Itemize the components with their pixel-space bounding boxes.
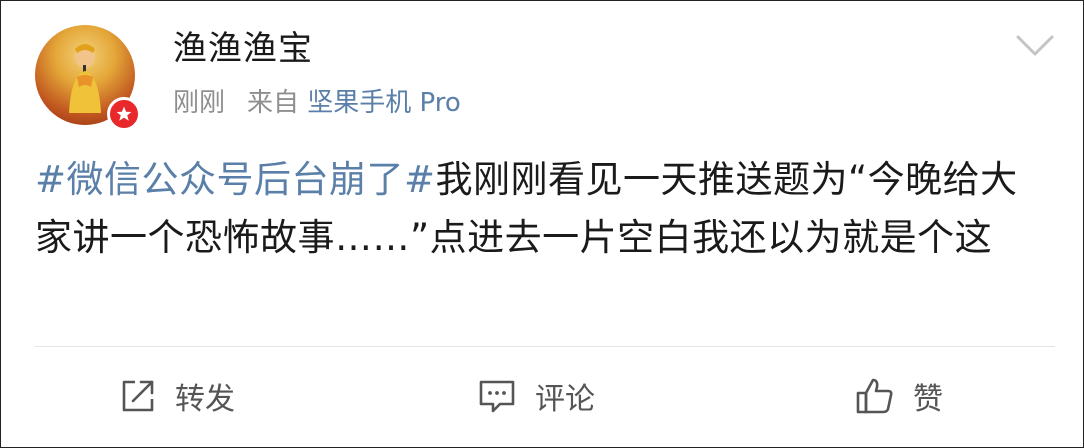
like-button[interactable]: 赞: [855, 366, 943, 426]
repost-label: 转发: [175, 382, 235, 417]
post-time: 刚刚: [173, 88, 226, 118]
comment-button[interactable]: 评论: [477, 366, 595, 426]
weibo-post-card: 渔渔渔宝 刚刚 来自 坚果手机 Pro #微信公众号后台崩了#我刚刚看见一天推送题…: [0, 0, 1084, 448]
avatar[interactable]: [35, 25, 141, 131]
post-source[interactable]: 坚果手机 Pro: [307, 88, 461, 118]
post-content: #微信公众号后台崩了#我刚刚看见一天推送题为“今晚给大家讲一个恐怖故事……”点进…: [35, 151, 1051, 267]
comment-icon: [479, 380, 515, 413]
like-label: 赞: [913, 382, 943, 417]
post-meta: 刚刚 来自 坚果手机 Pro: [173, 87, 461, 119]
thumbs-up-icon: [856, 378, 893, 414]
username[interactable]: 渔渔渔宝: [173, 29, 313, 69]
chevron-down-icon[interactable]: [1015, 33, 1055, 59]
verified-star-icon: [107, 97, 141, 131]
repost-button[interactable]: 转发: [119, 366, 235, 426]
avatar-figure-icon: [69, 44, 101, 113]
divider: [35, 346, 1055, 347]
action-bar: 转发 评论 赞: [1, 366, 1083, 426]
comment-label: 评论: [535, 382, 595, 417]
repost-icon: [122, 380, 154, 412]
from-label: 来自: [247, 88, 300, 118]
topic-link[interactable]: #微信公众号后台崩了#: [35, 158, 436, 201]
